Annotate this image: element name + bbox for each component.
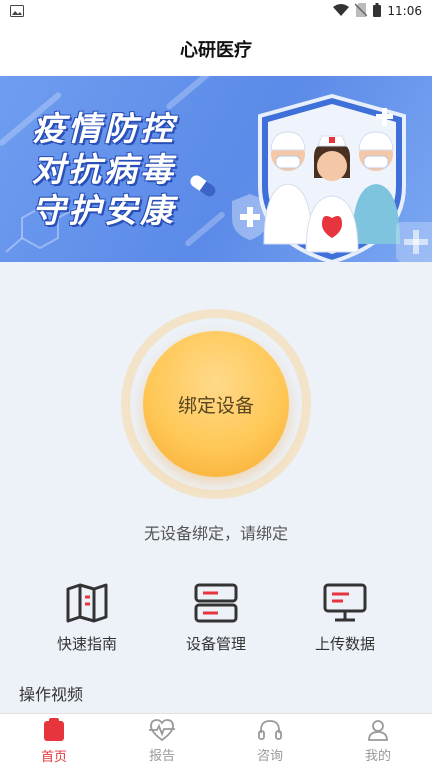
quick-guide-button[interactable]: 快速指南 [32, 583, 142, 654]
banner-slogan: 疫情防控 对抗病毒 守护安康 [32, 108, 176, 231]
wifi-icon [333, 3, 350, 19]
bottom-tab-bar: 首页 报告 咨询 我的 [0, 713, 432, 768]
tab-mine[interactable]: 我的 [324, 714, 432, 768]
banner-line-2: 对抗病毒 [32, 150, 176, 189]
server-icon [194, 583, 238, 623]
pill-icon [190, 175, 216, 197]
image-icon [10, 2, 24, 21]
status-bar: 11:06 [0, 0, 432, 22]
device-management-label: 设备管理 [185, 635, 246, 653]
status-time: 11:06 [387, 4, 422, 18]
tab-home[interactable]: 首页 [0, 714, 108, 768]
bind-device-label: 绑定设备 [177, 394, 254, 417]
upload-data-label: 上传数据 [314, 635, 375, 653]
monitor-upload-icon [323, 583, 367, 622]
upload-data-button[interactable]: 上传数据 [290, 583, 400, 654]
banner-line-3: 守护安康 [32, 191, 176, 230]
tab-report[interactable]: 报告 [108, 714, 216, 768]
doctors-illustration [258, 94, 406, 262]
no-device-hint: 无设备绑定，请绑定 [143, 524, 288, 543]
no-sim-icon [354, 2, 368, 20]
headset-icon [258, 719, 282, 740]
app-bar: 心研医疗 [0, 22, 432, 76]
operation-video-title: 操作视频 [19, 685, 84, 704]
banner-line-1: 疫情防控 [32, 109, 176, 148]
device-management-button[interactable]: 设备管理 [161, 583, 271, 654]
battery-icon [373, 2, 382, 20]
user-icon [368, 719, 388, 741]
tab-report-label: 报告 [148, 748, 175, 764]
quick-guide-label: 快速指南 [56, 635, 117, 653]
tab-consult[interactable]: 咨询 [216, 714, 324, 768]
tab-home-label: 首页 [40, 749, 67, 765]
home-icon [44, 717, 64, 741]
tab-consult-label: 咨询 [256, 748, 283, 764]
heart-report-icon [149, 718, 175, 741]
tab-mine-label: 我的 [364, 748, 391, 764]
page-title: 心研医疗 [180, 40, 252, 61]
promo-banner[interactable]: 疫情防控 对抗病毒 守护安康 [0, 76, 432, 262]
bind-device-button[interactable]: 绑定设备 [143, 331, 289, 477]
map-guide-icon [66, 583, 108, 623]
medical-cross-decoration [396, 222, 432, 262]
